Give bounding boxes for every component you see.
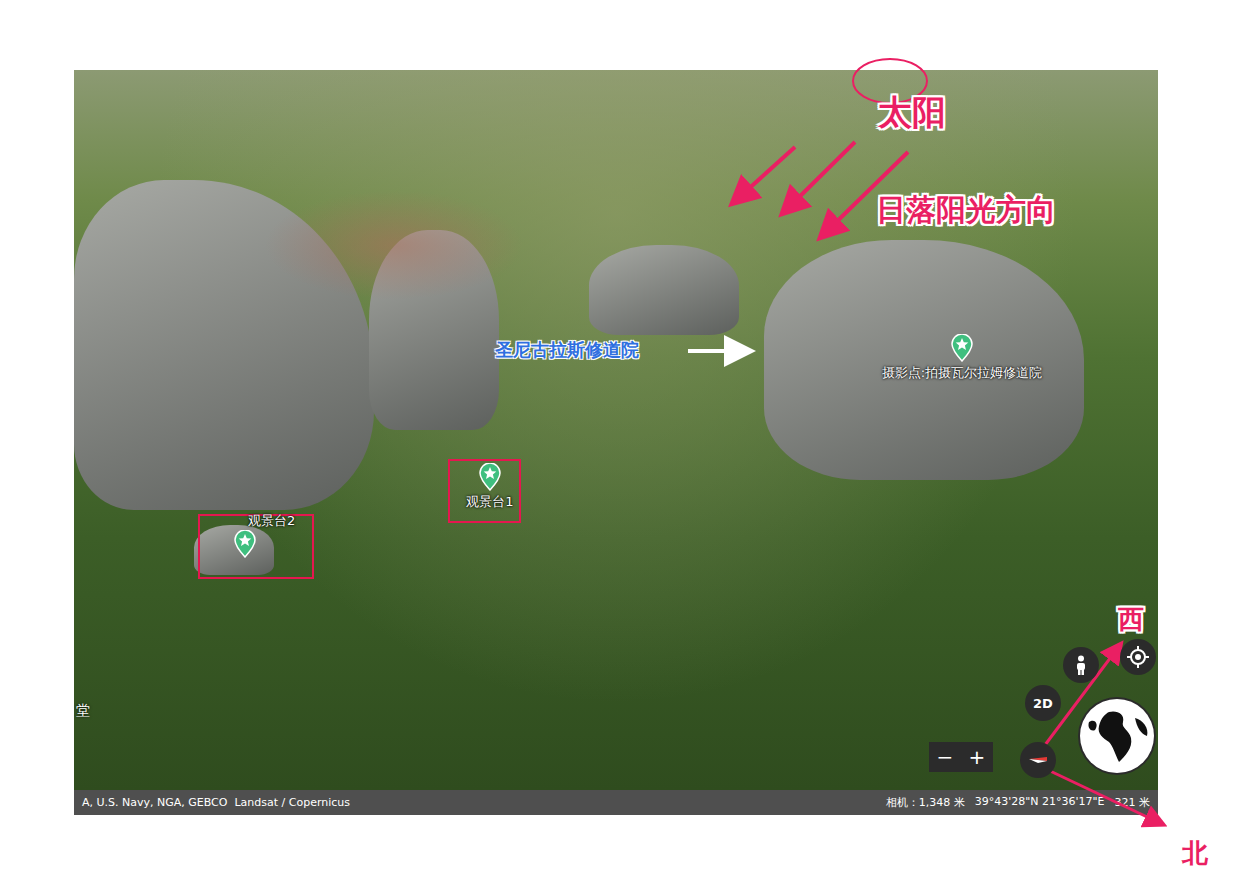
altitude: 321 米 (1115, 795, 1151, 810)
north-arrow (1048, 770, 1162, 824)
sunlight-arrow (734, 147, 795, 202)
north-label: 北 (1182, 836, 1208, 871)
placemark[interactable]: 观景台1 (460, 463, 520, 511)
2d-toggle-button[interactable]: 2D (1025, 685, 1061, 721)
placemark-label: 观景台1 (466, 493, 513, 511)
compass-needle-icon (1026, 748, 1050, 772)
west-label: 西 (1118, 602, 1144, 637)
placemark-star-icon (951, 334, 973, 362)
placemark-label: 观景台2 (248, 512, 295, 530)
coordinates: 39°43'28"N 21°36'17"E (975, 795, 1105, 810)
rock-formation (764, 240, 1084, 480)
terrain-imagery: 堂 (74, 70, 1158, 790)
placemark[interactable]: 摄影点:拍摄瓦尔拉姆修道院 (860, 334, 1064, 382)
placemark[interactable]: 观景台2 (234, 530, 256, 558)
earth-3d-view[interactable]: 堂 A, U.S. Navy, NGA, GEBCO Landsat / Cope… (74, 70, 1158, 815)
zoom-out-button[interactable]: − (937, 745, 954, 769)
monastery-callout: 圣尼古拉斯修道院 (495, 338, 639, 362)
attribution-bar: A, U.S. Navy, NGA, GEBCO Landsat / Coper… (74, 790, 1158, 815)
rock-formation (194, 525, 274, 575)
placemark-star-icon (234, 530, 256, 558)
rock-formation (589, 245, 739, 335)
zoom-control[interactable]: −+ (929, 742, 993, 772)
camera-info: 相机：1,348 米 39°43'28"N 21°36'17"E 321 米 (886, 795, 1150, 810)
zoom-in-button[interactable]: + (969, 745, 986, 769)
placemark-label: 摄影点:拍摄瓦尔拉姆修道院 (882, 364, 1042, 382)
town-area (264, 190, 524, 300)
street-view-button[interactable] (1063, 647, 1099, 683)
my-location-button[interactable] (1120, 639, 1156, 675)
globe-button[interactable] (1078, 697, 1156, 775)
placemark-star-icon (479, 463, 501, 491)
sunlight-direction-label: 日落阳光方向 (876, 190, 1056, 231)
globe-icon (1079, 698, 1155, 774)
callout-arrow (688, 349, 748, 353)
compass-button[interactable] (1020, 742, 1056, 778)
person-icon (1074, 655, 1088, 675)
sun-label: 太阳 (878, 90, 946, 136)
camera-distance: 相机：1,348 米 (886, 795, 965, 810)
crosshair-icon (1127, 646, 1149, 668)
edge-label: 堂 (76, 702, 90, 720)
annotated-map-screenshot: 堂 A, U.S. Navy, NGA, GEBCO Landsat / Cope… (0, 0, 1241, 893)
sunlight-arrow (784, 142, 855, 212)
attribution-text: A, U.S. Navy, NGA, GEBCO Landsat / Coper… (82, 796, 350, 809)
